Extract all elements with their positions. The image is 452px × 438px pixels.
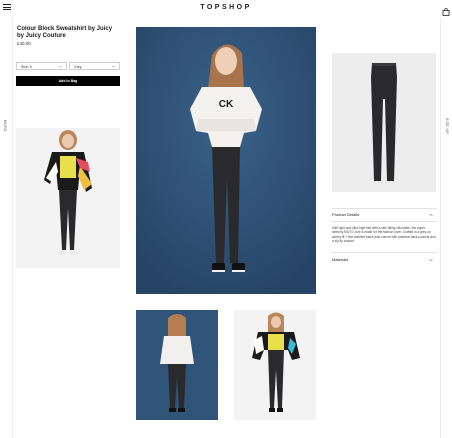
product-price: £40.00 [17,41,31,46]
materials-toggle[interactable]: Materials [332,257,437,265]
product-image-front-jacket[interactable] [234,310,316,420]
size-select-value: Size: 6 [21,65,32,69]
chevron-up-icon [429,213,433,216]
materials-label: Materials [332,257,349,262]
product-image-side[interactable] [16,128,120,268]
chevron-down-icon [112,65,115,68]
right-rail: SIZE UP [440,18,452,438]
colour-select-value: Grey [74,65,82,69]
left-rail-label[interactable]: MORE [3,120,7,132]
accordion-divider [332,221,437,222]
left-rail: MORE [0,18,13,438]
colour-select[interactable]: Grey [69,62,120,70]
product-title: Colour Block Sweatshirt by Juicy by Juic… [17,26,113,40]
product-details-toggle[interactable]: Product Details [332,212,437,220]
add-to-bag-button[interactable]: Add to Bag [16,76,120,86]
shopping-bag-icon[interactable] [442,3,450,16]
product-image-flat[interactable] [332,53,436,192]
accordion-divider [332,252,437,253]
chevron-down-icon [59,65,62,68]
right-rail-label[interactable]: SIZE UP [445,118,449,134]
size-select[interactable]: Size: 6 [16,62,67,70]
svg-text:CK: CK [219,99,234,110]
product-image-back[interactable] [136,310,218,420]
product-image-main[interactable]: CK [136,27,316,294]
accordion-divider [332,208,437,209]
chevron-down-icon [429,259,433,262]
brand-logo[interactable]: TOPSHOP [0,4,452,11]
product-details-text: Slim light and ultra high rise with a sk… [332,226,436,243]
product-details-label: Product Details [332,212,360,217]
